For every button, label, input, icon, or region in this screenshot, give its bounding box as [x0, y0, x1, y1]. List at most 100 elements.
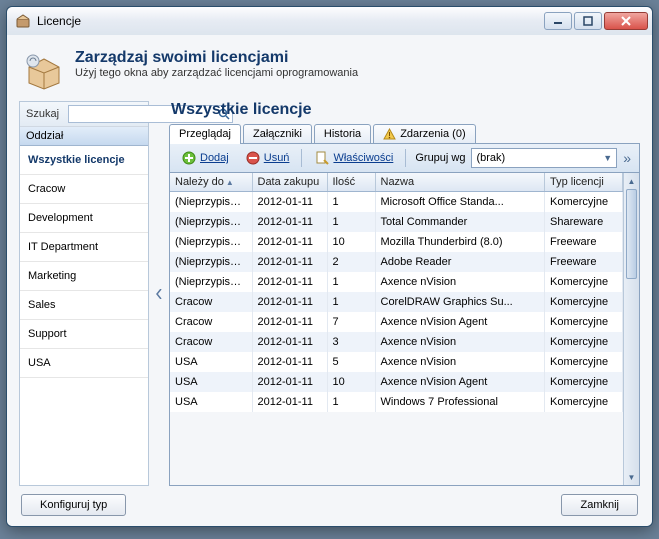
- cell: 2012-01-11: [252, 232, 327, 252]
- close-button[interactable]: [604, 12, 648, 30]
- sidebar-item[interactable]: USA: [20, 349, 148, 378]
- cell: Axence nVision Agent: [375, 312, 545, 332]
- table-row[interactable]: (Nieprzypisane)2012-01-111Microsoft Offi…: [170, 192, 623, 213]
- column-header[interactable]: Ilość: [327, 173, 375, 192]
- sidebar-item[interactable]: Development: [20, 204, 148, 233]
- cell: CorelDRAW Graphics Su...: [375, 292, 545, 312]
- cell: Komercyjne: [545, 272, 623, 292]
- cell: Axence nVision: [375, 272, 545, 292]
- sidebar-item[interactable]: Sales: [20, 291, 148, 320]
- tabstrip: PrzeglądajZałącznikiHistoriaZdarzenia (0…: [169, 123, 640, 144]
- main-panel: Wszystkie licencje PrzeglądajZałącznikiH…: [169, 101, 640, 486]
- group-by-combo[interactable]: (brak)▼: [471, 148, 617, 168]
- column-header[interactable]: Data zakupu: [252, 173, 327, 192]
- tab[interactable]: Zdarzenia (0): [373, 124, 475, 143]
- cell: 1: [327, 392, 375, 412]
- cell: Komercyjne: [545, 192, 623, 213]
- add-button[interactable]: Dodaj: [174, 147, 236, 169]
- cell: Windows 7 Professional: [375, 392, 545, 412]
- tab[interactable]: Przeglądaj: [169, 124, 241, 144]
- table-row[interactable]: (Nieprzypisane)2012-01-111Total Commande…: [170, 212, 623, 232]
- close-dialog-button[interactable]: Zamknij: [561, 494, 638, 516]
- cell: 2012-01-11: [252, 332, 327, 352]
- table-row[interactable]: (Nieprzypisane)2012-01-1110Mozilla Thund…: [170, 232, 623, 252]
- cell: 1: [327, 212, 375, 232]
- properties-button[interactable]: Właściwości: [307, 147, 400, 169]
- cell: Cracow: [170, 312, 252, 332]
- cell: Cracow: [170, 292, 252, 312]
- tree-header[interactable]: Oddział: [20, 127, 148, 146]
- cell: Komercyjne: [545, 372, 623, 392]
- sidebar-item[interactable]: Wszystkie licencje: [20, 146, 148, 175]
- titlebar[interactable]: Licencje: [7, 7, 652, 35]
- cell: (Nieprzypisane): [170, 232, 252, 252]
- cell: 10: [327, 232, 375, 252]
- grid: Należy do▲Data zakupuIlośćNazwaTyp licen…: [169, 173, 640, 486]
- column-header[interactable]: Nazwa: [375, 173, 545, 192]
- cell: (Nieprzypisane): [170, 252, 252, 272]
- sidebar-item[interactable]: Cracow: [20, 175, 148, 204]
- add-icon: [181, 150, 197, 166]
- cell: (Nieprzypisane): [170, 272, 252, 292]
- table-row[interactable]: Cracow2012-01-113Axence nVisionKomercyjn…: [170, 332, 623, 352]
- window-title: Licencje: [37, 14, 544, 28]
- toolbar: Dodaj Usuń Właściwości Grupuj wg (brak)▼: [169, 144, 640, 173]
- cell: Komercyjne: [545, 352, 623, 372]
- table-row[interactable]: USA2012-01-111Windows 7 ProfessionalKome…: [170, 392, 623, 412]
- cell: 3: [327, 332, 375, 352]
- box-icon: [23, 49, 65, 91]
- cell: Freeware: [545, 252, 623, 272]
- sidebar-item[interactable]: Support: [20, 320, 148, 349]
- sidebar-item[interactable]: IT Department: [20, 233, 148, 262]
- cell: 7: [327, 312, 375, 332]
- sidebar-item[interactable]: Marketing: [20, 262, 148, 291]
- cell: Cracow: [170, 332, 252, 352]
- cell: Freeware: [545, 232, 623, 252]
- cell: Komercyjne: [545, 312, 623, 332]
- tab[interactable]: Załączniki: [243, 124, 312, 143]
- cell: 2012-01-11: [252, 352, 327, 372]
- table-row[interactable]: (Nieprzypisane)2012-01-111Axence nVision…: [170, 272, 623, 292]
- page-header: Zarządzaj swoimi licencjami Użyj tego ok…: [19, 43, 640, 101]
- cell: (Nieprzypisane): [170, 212, 252, 232]
- cell: Adobe Reader: [375, 252, 545, 272]
- table-row[interactable]: USA2012-01-115Axence nVisionKomercyjne: [170, 352, 623, 372]
- minimize-button[interactable]: [544, 12, 572, 30]
- table-row[interactable]: Cracow2012-01-117Axence nVision AgentKom…: [170, 312, 623, 332]
- cell: Mozilla Thunderbird (8.0): [375, 232, 545, 252]
- cell: 2012-01-11: [252, 192, 327, 213]
- vertical-scrollbar[interactable]: ▲ ▼: [623, 173, 639, 485]
- cell: 10: [327, 372, 375, 392]
- cell: Axence nVision Agent: [375, 372, 545, 392]
- cell: 1: [327, 192, 375, 213]
- properties-icon: [314, 150, 330, 166]
- cell: 2012-01-11: [252, 292, 327, 312]
- cell: Axence nVision: [375, 352, 545, 372]
- column-header[interactable]: Należy do▲: [170, 173, 252, 192]
- cell: Total Commander: [375, 212, 545, 232]
- table-row[interactable]: (Nieprzypisane)2012-01-112Adobe ReaderFr…: [170, 252, 623, 272]
- cell: 1: [327, 292, 375, 312]
- maximize-button[interactable]: [574, 12, 602, 30]
- remove-button[interactable]: Usuń: [238, 147, 297, 169]
- app-window: Licencje Zarządzaj swoimi licencjami Uży…: [6, 6, 653, 527]
- cell: 1: [327, 272, 375, 292]
- column-header[interactable]: Typ licencji: [545, 173, 623, 192]
- cell: 2012-01-11: [252, 392, 327, 412]
- cell: 2: [327, 252, 375, 272]
- cell: USA: [170, 372, 252, 392]
- table-row[interactable]: Cracow2012-01-111CorelDRAW Graphics Su..…: [170, 292, 623, 312]
- configure-type-button[interactable]: Konfiguruj typ: [21, 494, 126, 516]
- cell: Axence nVision: [375, 332, 545, 352]
- collapse-sidebar-button[interactable]: [155, 101, 163, 486]
- cell: Komercyjne: [545, 292, 623, 312]
- table-row[interactable]: USA2012-01-1110Axence nVision AgentKomer…: [170, 372, 623, 392]
- app-icon: [15, 13, 31, 29]
- cell: Microsoft Office Standa...: [375, 192, 545, 213]
- remove-icon: [245, 150, 261, 166]
- tab[interactable]: Historia: [314, 124, 371, 143]
- page-title: Zarządzaj swoimi licencjami: [75, 49, 358, 67]
- cell: USA: [170, 352, 252, 372]
- warning-icon: [383, 128, 396, 140]
- toolbar-overflow-button[interactable]: »: [619, 150, 635, 166]
